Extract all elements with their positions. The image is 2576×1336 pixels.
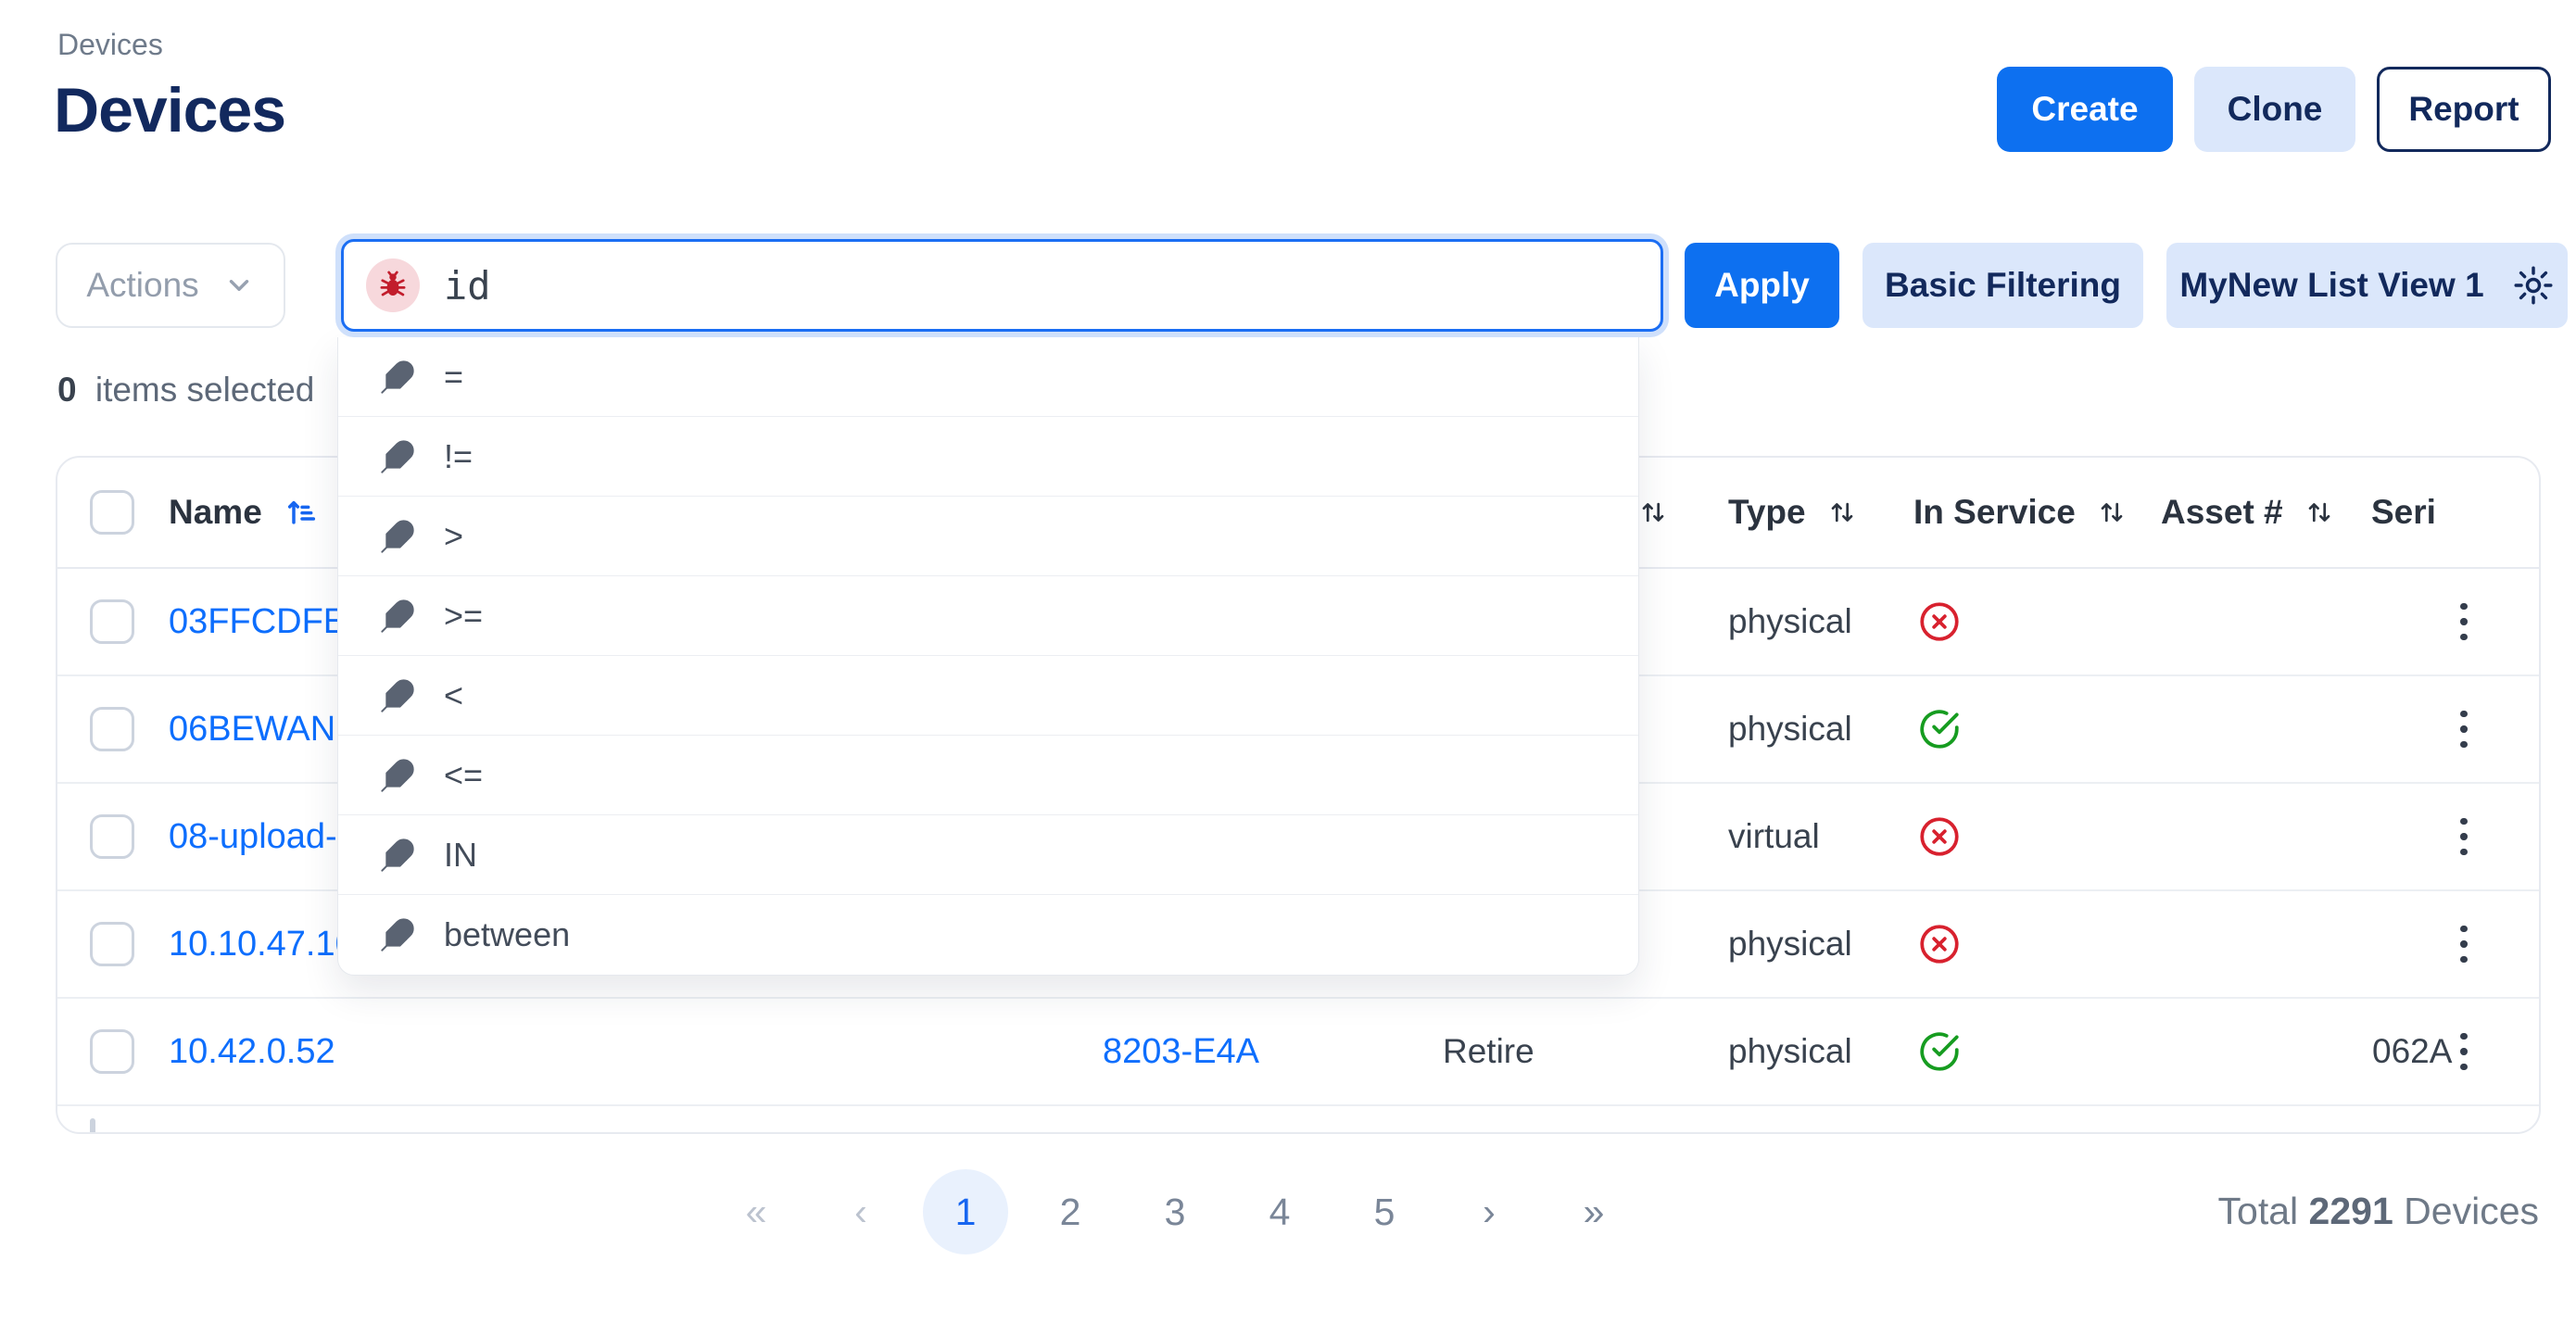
total-value: 2291 (2309, 1190, 2393, 1232)
column-header-asset[interactable]: Asset # (2161, 458, 2337, 567)
feather-icon (379, 359, 416, 396)
column-header-serial[interactable]: Seri (2371, 458, 2436, 567)
sort-arrows-icon (1825, 495, 1860, 530)
chevron-down-icon (223, 270, 255, 301)
row-checkbox[interactable] (90, 676, 134, 782)
pagination-page-4[interactable]: 4 (1237, 1169, 1322, 1254)
feather-icon (379, 916, 416, 953)
x-circle-icon (1916, 569, 1963, 674)
actions-label: Actions (86, 266, 198, 305)
pagination-page-2[interactable]: 2 (1028, 1169, 1113, 1254)
bug-icon (366, 258, 420, 312)
kebab-icon[interactable] (2453, 784, 2475, 889)
operator-option-gt[interactable]: > (338, 497, 1638, 576)
selection-summary: 0 items selected (57, 371, 314, 410)
selection-label: items selected (95, 371, 315, 409)
pagination-page-5[interactable]: 5 (1342, 1169, 1427, 1254)
filter-input-container (341, 239, 1663, 332)
pagination-last-button[interactable]: » (1551, 1169, 1636, 1254)
device-name-link[interactable]: 10.42.0.52 (169, 1032, 335, 1072)
operator-option-gte[interactable]: >= (338, 576, 1638, 656)
hardware-model-link[interactable]: 8203-E4A (1103, 1032, 1259, 1072)
column-label-type: Type (1728, 493, 1806, 532)
filter-operator-dropdown: = != > >= < <= IN between (337, 337, 1639, 976)
status-value: Retire (1443, 1032, 1534, 1071)
feather-icon (379, 518, 416, 555)
pagination-first-button[interactable]: « (713, 1169, 799, 1254)
column-label-asset: Asset # (2161, 493, 2283, 532)
total-suffix: Devices (2404, 1190, 2539, 1232)
sort-arrows-icon (2094, 495, 2129, 530)
x-circle-icon (1916, 891, 1963, 997)
device-name-link[interactable]: 08-upload-2 (169, 817, 357, 857)
operator-option-in[interactable]: IN (338, 815, 1638, 895)
row-checkbox[interactable] (90, 784, 134, 889)
operator-option-neq[interactable]: != (338, 417, 1638, 497)
operator-option-between[interactable]: between (338, 895, 1638, 975)
serial-value: 062A (2372, 1032, 2452, 1071)
device-type-value: physical (1728, 710, 1852, 749)
sort-ascending-icon (283, 494, 320, 531)
feather-icon (379, 837, 416, 874)
create-button[interactable]: Create (1997, 67, 2173, 152)
kebab-icon[interactable] (2453, 999, 2475, 1104)
breadcrumb[interactable]: Devices (57, 28, 163, 62)
column-label-serial: Seri (2371, 493, 2436, 532)
sort-arrows-icon (1635, 495, 1671, 530)
list-view-button[interactable]: MyNew List View 1 (2166, 243, 2568, 328)
pagination: « ‹ 1 2 3 4 5 › » (713, 1169, 1656, 1254)
feather-icon (379, 438, 416, 475)
actions-dropdown-button[interactable]: Actions (56, 243, 285, 328)
check-circle-icon (1916, 676, 1963, 782)
column-header-type[interactable]: Type (1728, 458, 1860, 567)
device-type-value: physical (1728, 602, 1852, 641)
select-all-checkbox[interactable] (90, 458, 134, 567)
feather-icon (379, 677, 416, 714)
check-circle-icon (1916, 999, 1963, 1104)
device-type-value: virtual (1728, 817, 1820, 856)
operator-option-lte[interactable]: <= (338, 736, 1638, 815)
basic-filtering-button[interactable]: Basic Filtering (1863, 243, 2143, 328)
device-type-value: physical (1728, 925, 1852, 964)
sort-arrows-icon (2302, 495, 2337, 530)
x-circle-icon (1916, 784, 1963, 889)
selection-count: 0 (57, 371, 77, 409)
feather-icon (379, 598, 416, 635)
column-label-in-service: In Service (1913, 493, 2076, 532)
apply-button[interactable]: Apply (1685, 243, 1839, 328)
row-checkbox[interactable] (90, 891, 134, 997)
gear-icon[interactable] (2512, 264, 2555, 307)
table-row: 10.42.0.52 8203-E4A Retire physical 062A (57, 999, 2539, 1106)
pagination-next-button[interactable]: › (1446, 1169, 1532, 1254)
report-button[interactable]: Report (2377, 67, 2551, 152)
column-label-name: Name (169, 493, 262, 532)
pagination-page-1[interactable]: 1 (923, 1169, 1008, 1254)
list-view-label: MyNew List View 1 (2179, 266, 2483, 305)
row-checkbox[interactable] (90, 1121, 95, 1134)
row-checkbox[interactable] (90, 999, 134, 1104)
device-type-value: physical (1728, 1032, 1852, 1071)
total-count: Total 2291 Devices (2218, 1190, 2539, 1233)
pagination-page-3[interactable]: 3 (1132, 1169, 1218, 1254)
filter-input[interactable] (444, 263, 1638, 309)
clone-button[interactable]: Clone (2194, 67, 2355, 152)
total-prefix: Total (2218, 1190, 2299, 1232)
operator-option-lt[interactable]: < (338, 656, 1638, 736)
operator-option-eq[interactable]: = (338, 337, 1638, 417)
page-title: Devices (54, 74, 285, 146)
column-header-in-service[interactable]: In Service (1913, 458, 2129, 567)
kebab-icon[interactable] (2453, 676, 2475, 782)
kebab-icon[interactable] (2453, 891, 2475, 997)
device-name-link[interactable]: 06BEWAN (169, 710, 335, 750)
kebab-icon[interactable] (2453, 569, 2475, 674)
feather-icon (379, 757, 416, 794)
devices-page: Devices Devices Create Clone Report Acti… (0, 0, 2576, 1336)
row-checkbox[interactable] (90, 569, 134, 674)
pagination-prev-button[interactable]: ‹ (818, 1169, 903, 1254)
column-header-hidden-sort[interactable] (1635, 458, 1671, 567)
